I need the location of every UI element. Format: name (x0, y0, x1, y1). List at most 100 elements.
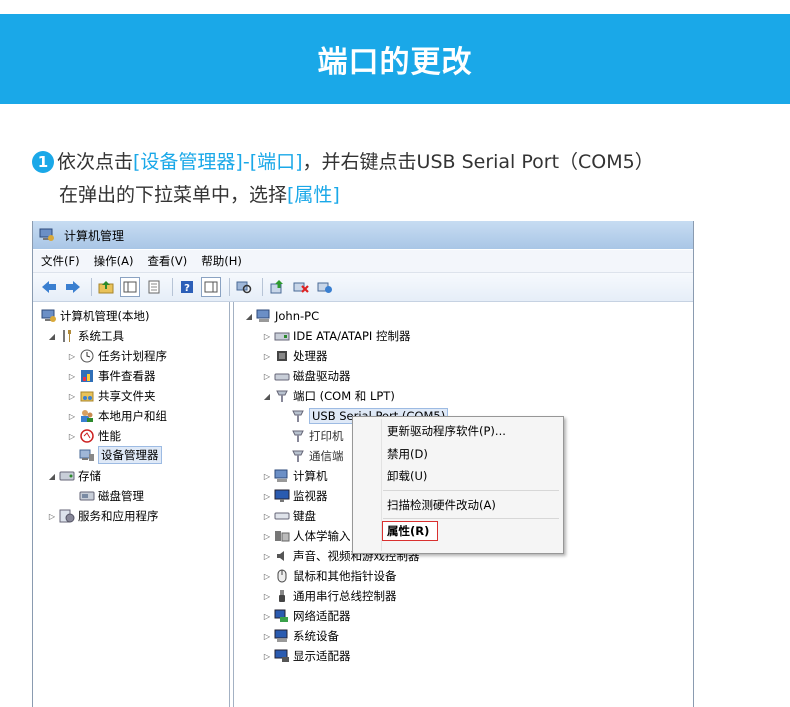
collapsed-triangle-icon[interactable]: ▷ (67, 392, 77, 401)
collapsed-triangle-icon[interactable]: ▷ (67, 432, 77, 441)
collapsed-triangle-icon[interactable]: ▷ (262, 552, 272, 561)
menu-help[interactable]: 帮助(H) (201, 253, 242, 269)
tree-label: 共享文件夹 (98, 389, 156, 403)
category-usb-controllers[interactable]: ▷ 通用串行总线控制器 (262, 587, 397, 605)
properties-sheet-icon[interactable] (144, 277, 164, 297)
category-ports[interactable]: ◢ 端口 (COM 和 LPT) (262, 387, 395, 405)
category-disk[interactable]: ▷ 磁盘驱动器 (262, 367, 351, 385)
device-root-label: John-PC (275, 309, 320, 323)
expanded-triangle-icon[interactable]: ◢ (47, 472, 57, 481)
collapsed-triangle-icon[interactable]: ▷ (262, 572, 272, 581)
category-monitor[interactable]: ▷ 监视器 (262, 487, 328, 505)
category-cpu[interactable]: ▷ 处理器 (262, 347, 328, 365)
toolbar: ? (33, 273, 693, 302)
collapsed-triangle-icon[interactable]: ▷ (262, 332, 272, 341)
menu-item-properties[interactable]: 属性(R) (382, 521, 438, 541)
device-label: 打印机 (309, 429, 344, 443)
event-viewer-icon (79, 369, 95, 383)
tree-label: 存储 (78, 469, 101, 483)
show-hide-tree-icon[interactable] (120, 277, 140, 297)
category-label: 人体学输入 (293, 529, 351, 543)
menu-item-scan[interactable]: 扫描检测硬件改动(A) (387, 497, 496, 513)
category-mouse[interactable]: ▷ 鼠标和其他指针设备 (262, 567, 397, 585)
category-keyboard[interactable]: ▷ 键盘 (262, 507, 316, 525)
device-root[interactable]: ◢ John-PC (244, 307, 319, 325)
category-label: IDE ATA/ATAPI 控制器 (293, 329, 411, 343)
tree-services-apps[interactable]: ▷ 服务和应用程序 (47, 507, 159, 525)
category-label: 通用串行总线控制器 (293, 589, 397, 603)
collapsed-triangle-icon[interactable]: ▷ (47, 512, 57, 521)
update-driver-icon[interactable] (267, 277, 287, 297)
expanded-triangle-icon[interactable]: ◢ (262, 392, 272, 401)
category-computer[interactable]: ▷ 计算机 (262, 467, 328, 485)
toolbar-separator (172, 278, 173, 296)
monitor-icon (274, 489, 290, 503)
tree-label: 磁盘管理 (98, 489, 144, 503)
step-number-badge: 1 (32, 151, 54, 173)
collapsed-triangle-icon[interactable]: ▷ (262, 512, 272, 521)
tree-root[interactable]: 计算机管理(本地) (41, 307, 149, 325)
category-ide[interactable]: ▷ IDE ATA/ATAPI 控制器 (262, 327, 411, 345)
services-icon (59, 509, 75, 523)
tree-system-tools[interactable]: ◢ 系统工具 (47, 327, 124, 345)
category-hid[interactable]: ▷ 人体学输入 (262, 527, 351, 545)
menu-separator (383, 490, 559, 491)
collapsed-triangle-icon[interactable]: ▷ (262, 592, 272, 601)
category-label: 显示适配器 (293, 649, 351, 663)
category-display[interactable]: ▷ 显示适配器 (262, 647, 351, 665)
back-arrow-icon[interactable] (39, 277, 59, 297)
tree-event-viewer[interactable]: ▷ 事件查看器 (67, 367, 156, 385)
port-icon (290, 409, 306, 423)
menu-file[interactable]: 文件(F) (41, 253, 80, 269)
collapsed-triangle-icon[interactable]: ▷ (67, 412, 77, 421)
expanded-triangle-icon[interactable]: ◢ (244, 312, 254, 321)
computer-icon (274, 469, 290, 483)
enable-device-icon[interactable] (315, 277, 335, 297)
menu-item-uninstall[interactable]: 卸载(U) (387, 468, 427, 484)
collapsed-triangle-icon[interactable]: ▷ (262, 352, 272, 361)
device-printer-port[interactable]: 打印机 (290, 427, 344, 445)
shared-folder-icon (79, 389, 95, 403)
tree-label: 任务计划程序 (98, 349, 167, 363)
tree-disk-management[interactable]: 磁盘管理 (79, 487, 144, 505)
forward-arrow-icon[interactable] (63, 277, 83, 297)
svg-text:?: ? (184, 283, 190, 294)
category-label: 监视器 (293, 489, 328, 503)
menu-action[interactable]: 操作(A) (94, 253, 134, 269)
menu-item-disable[interactable]: 禁用(D) (387, 446, 428, 462)
collapsed-triangle-icon[interactable]: ▷ (262, 612, 272, 621)
tree-local-users[interactable]: ▷ 本地用户和组 (67, 407, 167, 425)
menu-item-update-driver[interactable]: 更新驱动程序软件(P)... (387, 423, 506, 439)
collapsed-triangle-icon[interactable]: ▷ (262, 372, 272, 381)
tree-device-manager[interactable]: 设备管理器 (79, 446, 162, 464)
menu-view[interactable]: 查看(V) (147, 253, 187, 269)
expanded-triangle-icon[interactable]: ◢ (47, 332, 57, 341)
help-icon[interactable]: ? (177, 277, 197, 297)
title-bar[interactable]: 计算机管理 (33, 221, 693, 249)
tree-task-scheduler[interactable]: ▷ 任务计划程序 (67, 347, 167, 365)
instruction-highlight-1: [设备管理器]-[端口] (133, 151, 303, 173)
collapsed-triangle-icon[interactable]: ▷ (262, 472, 272, 481)
collapsed-triangle-icon[interactable]: ▷ (67, 352, 77, 361)
category-label: 磁盘驱动器 (293, 369, 351, 383)
port-icon (290, 429, 306, 443)
scan-hardware-icon[interactable] (234, 277, 254, 297)
category-system-devices[interactable]: ▷ 系统设备 (262, 627, 339, 645)
collapsed-triangle-icon[interactable]: ▷ (67, 372, 77, 381)
up-folder-icon[interactable] (96, 277, 116, 297)
collapsed-triangle-icon[interactable]: ▷ (262, 532, 272, 541)
device-manager-icon (79, 448, 95, 462)
tree-storage[interactable]: ◢ 存储 (47, 467, 101, 485)
uninstall-device-icon[interactable] (291, 277, 311, 297)
category-network[interactable]: ▷ 网络适配器 (262, 607, 351, 625)
port-icon (274, 389, 290, 403)
show-action-pane-icon[interactable] (201, 277, 221, 297)
tools-icon (59, 329, 75, 343)
device-comm-port[interactable]: 通信端 (290, 447, 344, 465)
collapsed-triangle-icon[interactable]: ▷ (262, 492, 272, 501)
category-label: 网络适配器 (293, 609, 351, 623)
tree-performance[interactable]: ▷ 性能 (67, 427, 121, 445)
collapsed-triangle-icon[interactable]: ▷ (262, 652, 272, 661)
tree-shared-folders[interactable]: ▷ 共享文件夹 (67, 387, 156, 405)
collapsed-triangle-icon[interactable]: ▷ (262, 632, 272, 641)
